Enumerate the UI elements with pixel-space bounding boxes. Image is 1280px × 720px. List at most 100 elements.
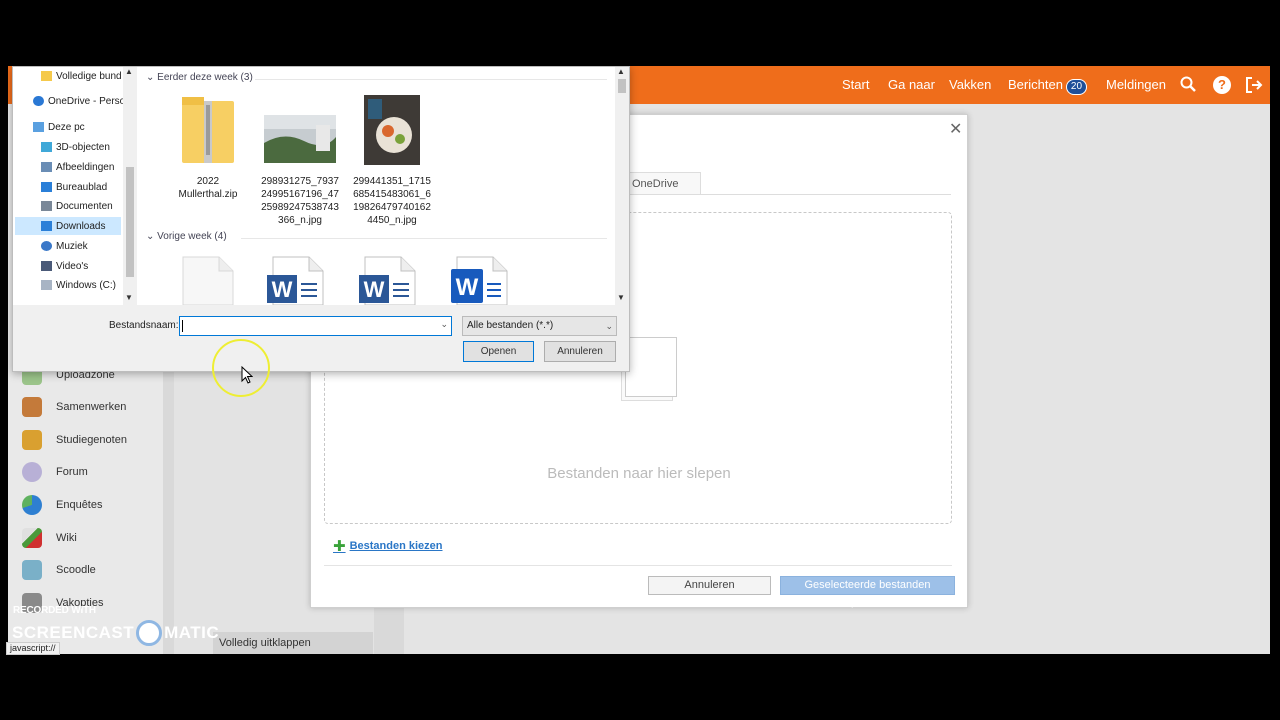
file-icon xyxy=(625,337,677,397)
file-list-scrollbar[interactable]: ▲ ▼ xyxy=(615,67,629,305)
cancel-button[interactable]: Annuleren xyxy=(544,341,616,362)
nav-start[interactable]: Start xyxy=(842,77,869,92)
tree-item-bureaublad[interactable]: Bureaublad xyxy=(41,178,107,196)
zip-folder-icon xyxy=(182,97,234,163)
open-button[interactable]: Openen xyxy=(463,341,534,362)
tree-item-documenten[interactable]: Documenten xyxy=(41,197,113,215)
cancel-upload-button[interactable]: Annuleren xyxy=(648,576,771,595)
food-photo-thumbnail xyxy=(364,95,420,165)
brand-left: SCREENCAST xyxy=(12,623,135,642)
tree-item-windows-c[interactable]: Windows (C:) xyxy=(41,276,116,294)
landscape-photo-thumbnail xyxy=(264,115,336,163)
leftnav-item-scoodle[interactable]: Scoodle xyxy=(22,558,96,582)
logout-icon[interactable] xyxy=(1245,76,1263,99)
blank-file-icon[interactable] xyxy=(181,255,235,305)
tree-item-3d-objecten[interactable]: 3D-objecten xyxy=(41,138,110,156)
tree-item-volledige-bund[interactable]: Volledige bund xyxy=(41,67,122,85)
file-name-line: 4450_n.jpg xyxy=(367,215,417,226)
handshake-icon xyxy=(22,397,42,417)
word-document-icon[interactable]: W xyxy=(265,255,327,305)
file-item-zip[interactable]: 2022 Mullerthal.zip xyxy=(165,95,251,201)
file-name-line: 24995167196_47 xyxy=(261,189,339,200)
pie-chart-icon xyxy=(22,495,42,515)
leftnav-item-studiegenoten[interactable]: Studiegenoten xyxy=(22,428,127,452)
group-header-this-week[interactable]: ⌄ Eerder deze week (3) xyxy=(146,72,253,83)
nav-vakken[interactable]: Vakken xyxy=(949,77,991,92)
expand-all-label: Volledig uitklappen xyxy=(219,637,311,649)
choose-files-link[interactable]: ✚ Bestanden kiezen xyxy=(333,537,443,555)
record-logo-icon xyxy=(136,620,163,646)
file-list-scroll-thumb[interactable] xyxy=(618,79,626,93)
file-name-line: Mullerthal.zip xyxy=(178,189,238,200)
drive-icon xyxy=(41,280,52,290)
nav-berichten[interactable]: Berichten 20 xyxy=(1008,77,1088,95)
tree-item-videos[interactable]: Video's xyxy=(41,257,88,275)
tree-label: Afbeeldingen xyxy=(56,161,115,173)
scroll-up-icon[interactable]: ▲ xyxy=(617,67,625,76)
tree-item-deze-pc[interactable]: Deze pc xyxy=(33,118,85,136)
chevron-down-icon[interactable]: ⌄ xyxy=(440,319,448,330)
tab-onedrive[interactable]: OneDrive xyxy=(621,172,701,194)
desktop-icon xyxy=(41,182,52,192)
leftnav-label: Scoodle xyxy=(56,564,96,576)
tree-item-onedrive[interactable]: OneDrive - Perso xyxy=(33,92,125,110)
scroll-up-icon[interactable]: ▲ xyxy=(125,67,133,76)
file-name-line: 19826479740162 xyxy=(353,202,431,213)
file-open-dialog: Volledige bund OneDrive - Perso Deze pc … xyxy=(12,66,630,372)
folder-tree: Volledige bund OneDrive - Perso Deze pc … xyxy=(13,67,137,305)
chevron-down-icon[interactable]: ⌄ xyxy=(605,317,613,335)
tree-item-downloads[interactable]: Downloads xyxy=(15,217,121,235)
svg-text:W: W xyxy=(456,274,479,301)
video-icon xyxy=(41,261,52,271)
file-item-jpg-food[interactable]: 299441351_1715 685415483061_6 1982647974… xyxy=(349,95,435,227)
file-name-line: 2022 xyxy=(196,176,220,187)
expand-all-button[interactable]: Volledig uitklappen xyxy=(213,632,373,654)
message-count-badge: 20 xyxy=(1065,79,1088,95)
nav-ga-naar[interactable]: Ga naar xyxy=(888,77,935,92)
tree-item-afbeeldingen[interactable]: Afbeeldingen xyxy=(41,158,114,176)
tree-label: 3D-objecten xyxy=(56,141,110,153)
tree-label: Muziek xyxy=(56,240,88,252)
pictures-icon xyxy=(41,162,52,172)
scroll-down-icon[interactable]: ▼ xyxy=(125,293,133,302)
speech-bubble-icon xyxy=(22,462,42,482)
search-icon[interactable] xyxy=(1180,76,1196,97)
people-icon xyxy=(22,430,42,450)
close-icon[interactable]: ✕ xyxy=(949,119,962,139)
nav-meldingen[interactable]: Meldingen xyxy=(1106,77,1166,92)
leftnav-label: Forum xyxy=(56,466,88,478)
word-document-icon[interactable]: W xyxy=(449,255,511,305)
tree-label: Bureaublad xyxy=(56,181,108,193)
scroll-down-icon[interactable]: ▼ xyxy=(617,293,625,302)
nav-berichten-label: Berichten xyxy=(1008,77,1063,92)
folder-icon xyxy=(41,71,52,81)
file-type-filter-value: Alle bestanden (*.*) xyxy=(467,320,554,331)
tree-scrollbar[interactable]: ▲ ▼ xyxy=(123,67,137,305)
tree-item-muziek[interactable]: Muziek xyxy=(41,237,88,255)
filename-input[interactable]: ⌄ xyxy=(179,316,452,336)
tree-label: Video's xyxy=(56,260,89,272)
file-type-filter[interactable]: Alle bestanden (*.*) ⌄ xyxy=(462,316,617,336)
cloud-icon xyxy=(33,96,44,106)
help-icon[interactable]: ? xyxy=(1213,76,1231,94)
chevron-down-icon: ⌄ xyxy=(146,231,158,242)
leftnav-label: Studiegenoten xyxy=(56,434,127,446)
leftnav-item-samenwerken[interactable]: Samenwerken xyxy=(22,395,126,419)
recorded-with-label: RECORDED WITH xyxy=(13,605,96,616)
file-item-jpg-landscape[interactable]: 298931275_7937 24995167196_47 2598924753… xyxy=(257,95,343,227)
plus-icon: ✚ xyxy=(333,538,346,555)
leftnav-label: Enquêtes xyxy=(56,499,103,511)
tree-label: Windows (C:) xyxy=(56,279,117,291)
tree-scroll-thumb[interactable] xyxy=(126,167,134,277)
leftnav-item-wiki[interactable]: Wiki xyxy=(22,526,77,550)
leftnav-item-forum[interactable]: Forum xyxy=(22,460,88,484)
group-header-last-week[interactable]: ⌄ Vorige week (4) xyxy=(146,231,227,242)
modal-divider xyxy=(324,565,952,566)
choose-files-label: Bestanden kiezen xyxy=(349,540,443,552)
leftnav-item-enquetes[interactable]: Enquêtes xyxy=(22,493,102,517)
group-divider xyxy=(241,238,607,239)
group-divider xyxy=(255,79,607,80)
upload-selected-button[interactable]: Geselecteerde bestanden uploaden xyxy=(780,576,955,608)
scoodle-icon xyxy=(22,560,42,580)
word-document-icon[interactable]: W xyxy=(357,255,419,305)
